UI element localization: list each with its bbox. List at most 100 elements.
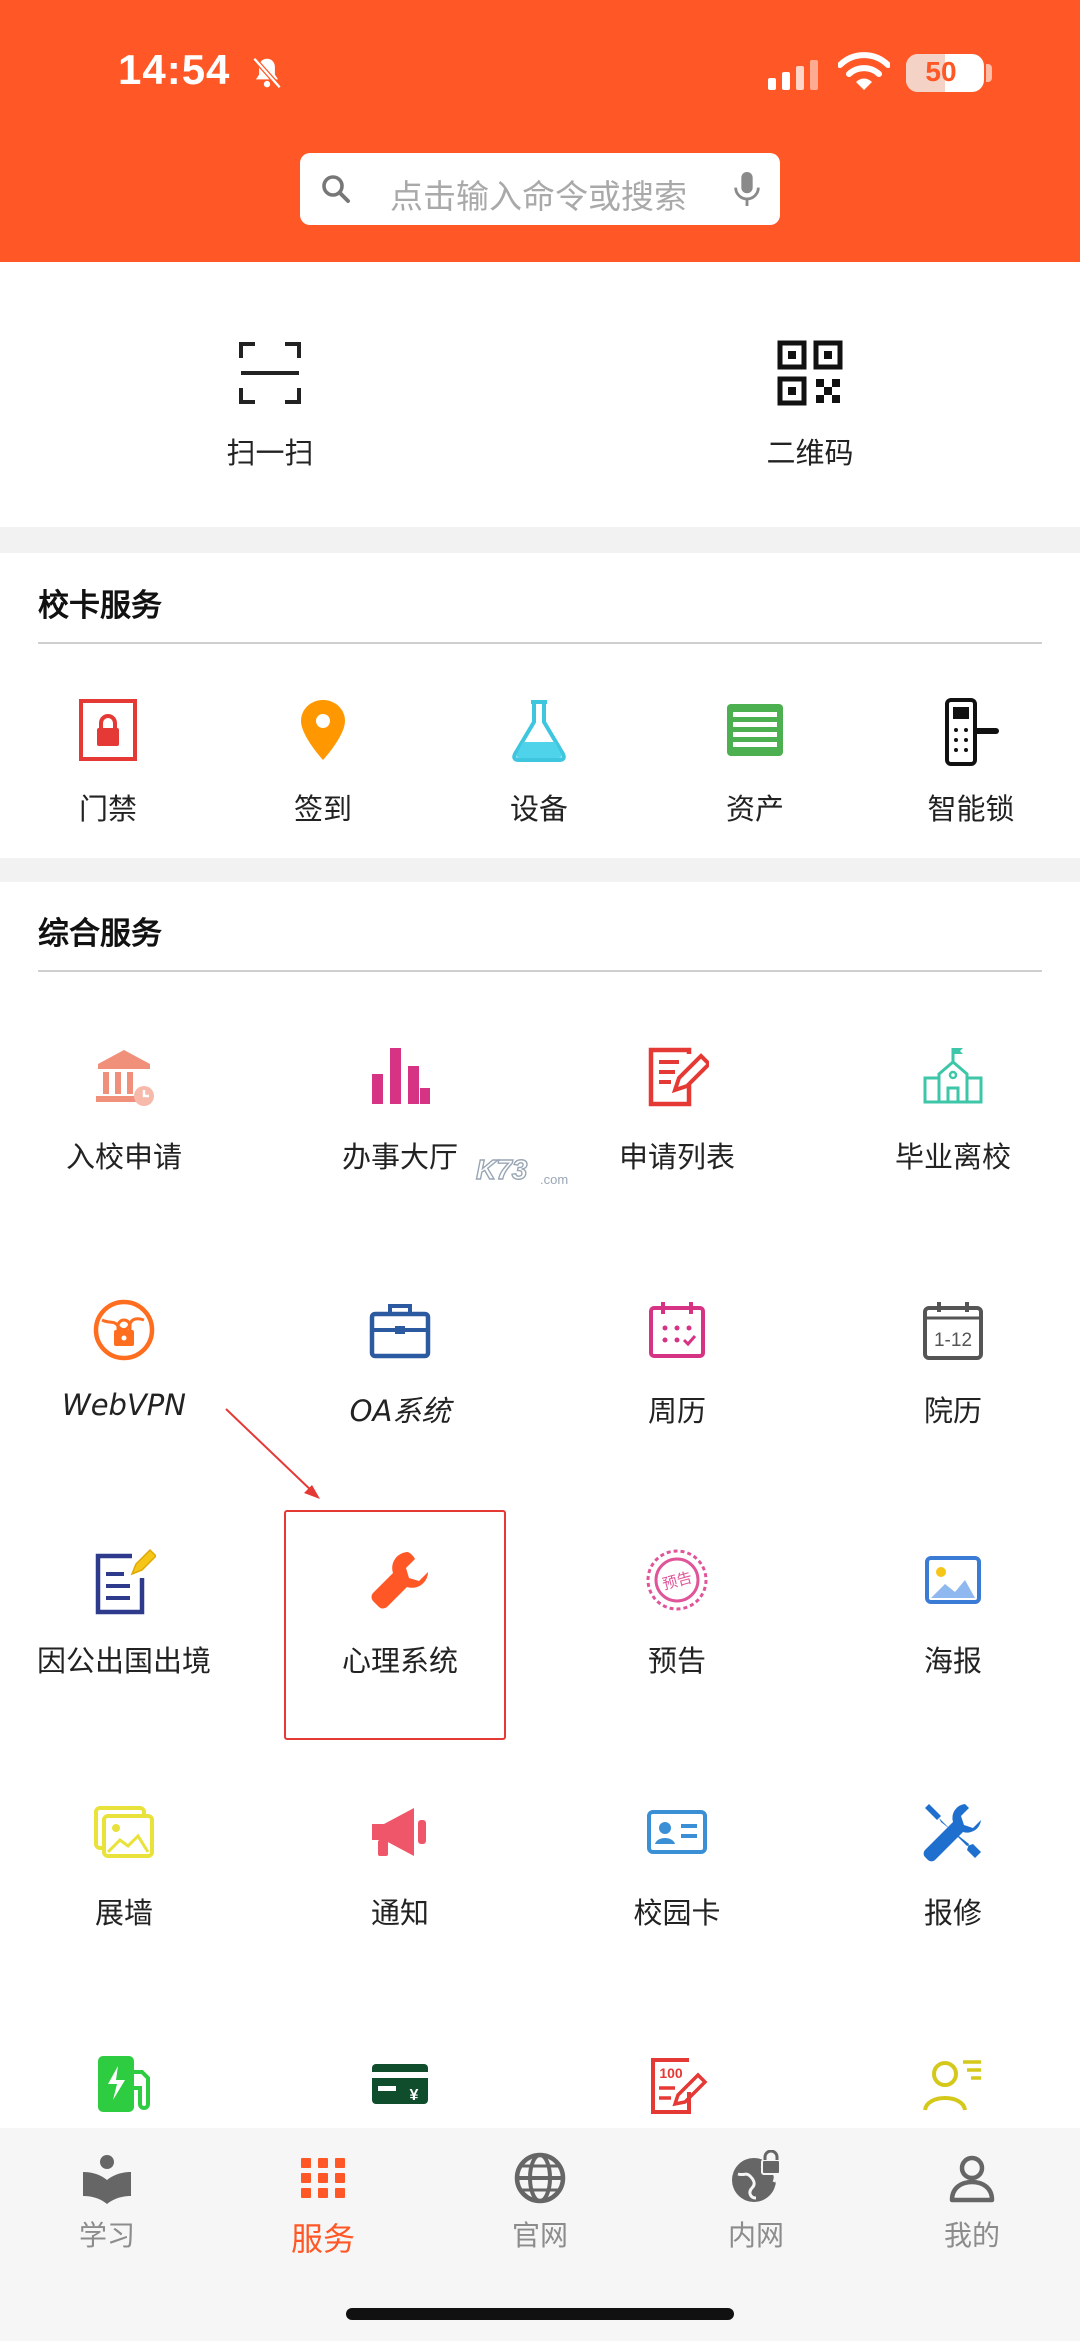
service-label: 申请列表 <box>618 1140 735 1174</box>
svg-text:预告: 预告 <box>660 1568 694 1593</box>
service-smart-lock[interactable]: 智能锁 <box>911 698 1031 828</box>
location-pin-icon <box>301 700 345 760</box>
highlight-box <box>284 1510 506 1740</box>
battery-tip <box>986 64 992 82</box>
service-oa-system[interactable]: OA系统 <box>310 1298 490 1430</box>
k73-watermark-logo: K73 .com <box>475 1153 568 1187</box>
service-label: 报修 <box>923 1896 982 1930</box>
wifi-icon <box>838 52 890 90</box>
service-label: 预告 <box>647 1644 706 1678</box>
id-card-icon <box>647 1810 707 1854</box>
qr-code-button[interactable]: 二维码 <box>660 262 960 472</box>
scan-label: 扫一扫 <box>226 436 314 470</box>
service-equipment[interactable]: 设备 <box>479 698 599 828</box>
score-sheet-icon: 100 <box>651 2058 708 2114</box>
service-charging[interactable] <box>34 2052 214 2116</box>
scan-icon <box>239 342 301 404</box>
tab-label: 官网 <box>511 2219 568 2252</box>
service-graduation[interactable]: 毕业离校 <box>863 1044 1043 1176</box>
image-icon <box>925 1556 981 1604</box>
svg-text:.com: .com <box>540 1172 568 1187</box>
tab-label: 内网 <box>727 2219 784 2252</box>
user-icon <box>949 2155 995 2203</box>
bell-muted-icon <box>252 57 282 89</box>
card-services-section: 校卡服务 门禁 签到 设备 资产 智能锁 <box>0 553 1080 858</box>
tab-label: 服务 <box>290 2220 355 2258</box>
door-lock-icon <box>79 699 137 761</box>
charging-station-icon <box>98 2056 150 2112</box>
svg-text:1-12: 1-12 <box>934 1330 972 1351</box>
scan-button[interactable]: 扫一扫 <box>120 262 420 472</box>
megaphone-icon <box>372 1808 426 1856</box>
service-label: OA系统 <box>349 1394 451 1428</box>
service-preview[interactable]: 预告 预告 <box>587 1548 767 1680</box>
tools-icon <box>923 1804 981 1862</box>
service-poster[interactable]: 海报 <box>863 1548 1043 1680</box>
service-score[interactable]: 100 <box>587 2052 767 2116</box>
teacher-icon <box>923 2060 981 2111</box>
annotation-arrow <box>225 1408 320 1499</box>
service-display-wall[interactable]: 展墙 <box>34 1800 214 1932</box>
globe-lock-icon <box>732 2150 781 2202</box>
service-label: 通知 <box>370 1896 429 1930</box>
general-services-title: 综合服务 <box>38 916 162 952</box>
service-label: 签到 <box>293 792 352 826</box>
tab-study[interactable]: 学习 <box>37 2150 177 2254</box>
service-repair[interactable]: 报修 <box>863 1800 1043 1932</box>
service-overseas-travel[interactable]: 因公出国出境 <box>24 1548 224 1680</box>
app-screen: 14:54 50 点击输入命令或搜索 扫一扫 二维码 校卡服务 门禁 签到 设备… <box>0 0 1080 2341</box>
tab-mine[interactable]: 我的 <box>902 2150 1042 2254</box>
quick-actions: 扫一扫 二维码 <box>0 262 1080 527</box>
search-box[interactable]: 点击输入命令或搜索 <box>300 153 780 225</box>
service-webvpn[interactable]: WebVPN <box>34 1298 214 1422</box>
svg-text:¥: ¥ <box>410 2087 419 2104</box>
battery-indicator: 50 <box>906 54 984 92</box>
service-notice[interactable]: 通知 <box>310 1800 490 1932</box>
qr-code-icon <box>777 340 843 406</box>
home-indicator[interactable] <box>346 2308 734 2320</box>
service-campus-entry[interactable]: 入校申请 <box>34 1044 214 1176</box>
service-door-access[interactable]: 门禁 <box>48 698 168 828</box>
service-label: 智能锁 <box>927 792 1015 826</box>
tab-official-site[interactable]: 官网 <box>470 2150 610 2254</box>
service-label: WebVPN <box>62 1388 186 1422</box>
service-label: 入校申请 <box>65 1140 182 1174</box>
service-label: 海报 <box>923 1644 982 1678</box>
service-check-in[interactable]: 签到 <box>263 698 383 828</box>
service-label: 办事大厅 <box>341 1140 458 1174</box>
service-week-calendar[interactable]: 周历 <box>587 1298 767 1430</box>
card-services-title: 校卡服务 <box>38 588 162 624</box>
tab-services[interactable]: 服务 <box>253 2150 393 2260</box>
edit-document-icon <box>648 1047 709 1107</box>
svg-text:100: 100 <box>659 2065 683 2081</box>
stamp-icon: 预告 <box>646 1549 708 1611</box>
service-assets[interactable]: 资产 <box>695 698 815 828</box>
service-label: 展墙 <box>94 1896 153 1930</box>
document-pen-icon <box>95 1548 156 1615</box>
service-academic-calendar[interactable]: 1-12 院历 <box>863 1298 1043 1430</box>
flask-icon <box>512 700 566 762</box>
tab-intranet[interactable]: 内网 <box>686 2150 826 2254</box>
gallery-icon <box>94 1806 154 1858</box>
svg-text:K73: K73 <box>476 1154 528 1185</box>
section-divider <box>38 970 1042 972</box>
list-icon <box>727 704 783 756</box>
service-campus-card[interactable]: 校园卡 <box>587 1800 767 1932</box>
search-placeholder: 点击输入命令或搜索 <box>390 177 687 216</box>
status-time: 14:54 <box>118 46 231 93</box>
service-application-list[interactable]: 申请列表 <box>587 1044 767 1176</box>
microphone-icon[interactable] <box>730 169 764 209</box>
service-label: 门禁 <box>78 792 137 826</box>
service-teacher[interactable] <box>863 2052 1043 2116</box>
calendar-range-icon: 1-12 <box>923 1302 983 1360</box>
service-label: 周历 <box>647 1394 706 1428</box>
qr-code-label: 二维码 <box>766 436 854 470</box>
tab-label: 我的 <box>943 2219 1000 2252</box>
service-service-hall[interactable]: 办事大厅 <box>310 1044 490 1176</box>
service-label: 资产 <box>725 792 784 826</box>
header-bar: 14:54 50 点击输入命令或搜索 <box>0 0 1080 262</box>
section-divider <box>38 642 1042 644</box>
service-label: 校园卡 <box>633 1896 721 1930</box>
globe-icon <box>514 2152 566 2204</box>
service-payment[interactable]: ¥ <box>310 2052 490 2116</box>
